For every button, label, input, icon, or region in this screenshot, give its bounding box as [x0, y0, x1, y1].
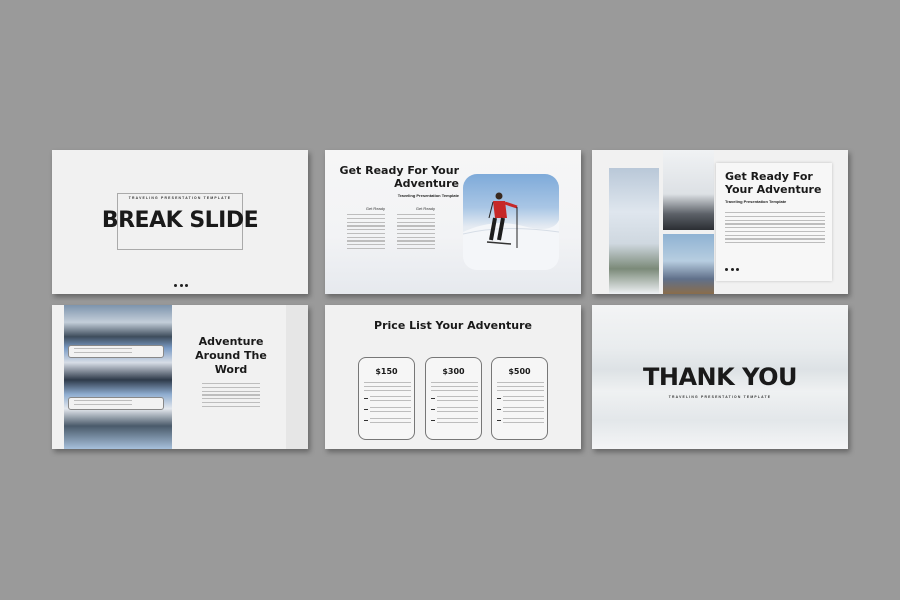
slide-photo-collage[interactable]: Get Ready For Your Adventure Traveling P… [592, 150, 848, 294]
column-heading: Get Ready [415, 206, 435, 211]
feature-row [431, 407, 478, 415]
mountain-strip-photo [64, 305, 172, 449]
body-text-lines [74, 400, 132, 405]
caption-box [68, 345, 164, 358]
slide-price-list[interactable]: Price List Your Adventure $150 $300 $500 [325, 305, 581, 449]
feature-row [364, 396, 411, 404]
slide-break[interactable]: TRAVELING PRESENTATION TEMPLATE BREAK SL… [52, 150, 308, 294]
body-text-lines [202, 383, 260, 409]
body-text-lines [397, 214, 435, 250]
feature-row [497, 382, 544, 393]
price-card[interactable]: $150 [358, 357, 415, 440]
slide-get-ready[interactable]: Get Ready For Your Adventure Traveling P… [325, 150, 581, 294]
slide-subtitle: TRAVELING PRESENTATION TEMPLATE [128, 196, 232, 200]
body-text-lines [74, 348, 132, 353]
slide-title: Adventure Around The Word [195, 335, 267, 376]
price-card[interactable]: $500 [491, 357, 548, 440]
body-text-lines [725, 212, 825, 246]
slide-title: Price List Your Adventure [374, 319, 532, 332]
side-panel [286, 305, 308, 449]
feature-row [497, 396, 544, 404]
price-value: $150 [375, 367, 398, 376]
dots-icon [174, 284, 188, 287]
hiker-photo [663, 150, 714, 230]
feature-row [431, 382, 478, 393]
feature-row [364, 418, 411, 426]
dots-icon [725, 268, 739, 271]
price-value: $500 [508, 367, 531, 376]
slide-thank-you[interactable]: THANK YOU TRAVELING PRESENTATION TEMPLAT… [592, 305, 848, 449]
slide-title: Get Ready For Your Adventure [725, 170, 822, 196]
slide-subtitle: Traveling Presentation Template [397, 193, 459, 198]
slide-title: BREAK SLIDE [101, 208, 259, 233]
column-heading: Get Ready [365, 206, 385, 211]
mountain-photo [609, 168, 659, 294]
price-card[interactable]: $300 [425, 357, 482, 440]
feature-row [431, 418, 478, 426]
slide-adventure[interactable]: Adventure Around The Word [52, 305, 308, 449]
text-column: Get Ready [397, 206, 435, 252]
slide-subtitle: TRAVELING PRESENTATION TEMPLATE [668, 395, 772, 399]
caption-box [68, 397, 164, 410]
feature-row [431, 396, 478, 404]
skier-photo [463, 174, 559, 270]
feature-row [364, 382, 411, 393]
feature-row [497, 407, 544, 415]
slide-subtitle: Traveling Presentation Template [725, 199, 787, 204]
slide-title: THANK YOU [643, 363, 797, 391]
body-text-lines [347, 214, 385, 250]
price-value: $300 [442, 367, 465, 376]
feature-row [497, 418, 544, 426]
slide-title: Get Ready For Your Adventure [339, 164, 459, 190]
text-column: Get Ready [347, 206, 385, 252]
hiker-valley-photo [663, 234, 714, 294]
feature-row [364, 407, 411, 415]
